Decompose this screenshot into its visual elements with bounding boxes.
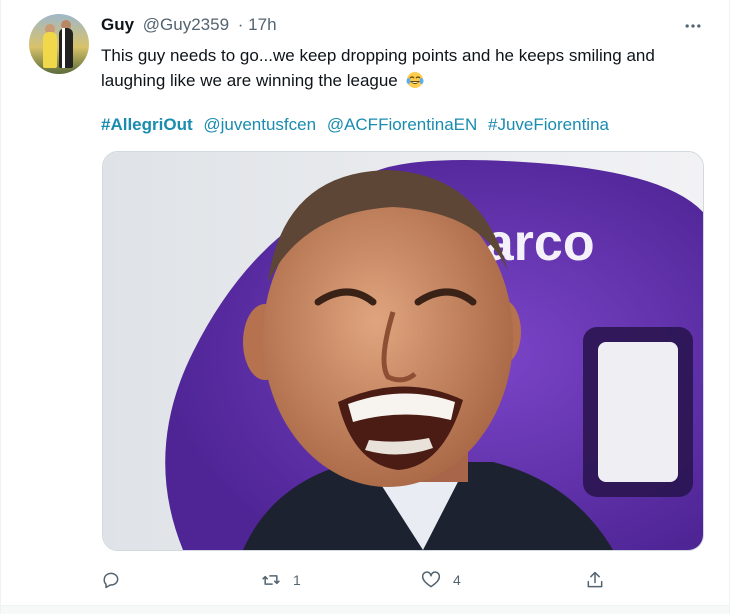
tweet-card[interactable]: Guy @Guy2359 · 17h This guy needs to go.… (0, 0, 730, 614)
retweet-button[interactable]: 1 (261, 568, 301, 592)
mention-link[interactable]: @ACFFiorentinaEN (327, 115, 477, 134)
tweet-text: This guy needs to go...we keep dropping … (101, 43, 701, 93)
retweet-icon (262, 575, 280, 585)
avatar-figure (43, 32, 57, 68)
photo-laughing-man: parco (103, 152, 703, 550)
more-options-button[interactable] (681, 14, 705, 38)
avatar-figure (62, 28, 65, 68)
reply-button[interactable] (101, 568, 133, 592)
tweet-hashtags: #AllegriOut @juventusfcen @ACFFiorentina… (101, 114, 615, 136)
tweet-text-line: This guy needs to go...we keep dropping … (101, 46, 655, 65)
like-count: 4 (453, 572, 461, 588)
share-button[interactable] (585, 568, 605, 592)
tweet-header: Guy @Guy2359 · 17h (101, 15, 277, 35)
tweet-time[interactable]: · 17h (238, 15, 277, 34)
tears-of-joy-emoji (406, 72, 423, 88)
tweet-media-image[interactable]: parco (102, 151, 704, 551)
tweet-text-line: laughing like we are winning the league (101, 71, 398, 90)
avatar[interactable] (29, 14, 89, 74)
like-button[interactable]: 4 (421, 568, 461, 592)
more-horizontal-icon (685, 24, 701, 28)
retweet-count: 1 (293, 572, 301, 588)
author-handle[interactable]: @Guy2359 (143, 15, 229, 34)
heart-icon (421, 571, 441, 588)
mention-link[interactable]: @juventusfcen (203, 115, 316, 134)
tweet-actions: 1 4 (101, 568, 621, 592)
reply-icon (103, 572, 119, 589)
author-name[interactable]: Guy (101, 15, 134, 34)
share-icon (587, 571, 603, 588)
tweet-divider (1, 605, 729, 614)
hashtag-link[interactable]: #JuveFiorentina (488, 115, 609, 134)
hashtag-link[interactable]: #AllegriOut (101, 115, 193, 134)
